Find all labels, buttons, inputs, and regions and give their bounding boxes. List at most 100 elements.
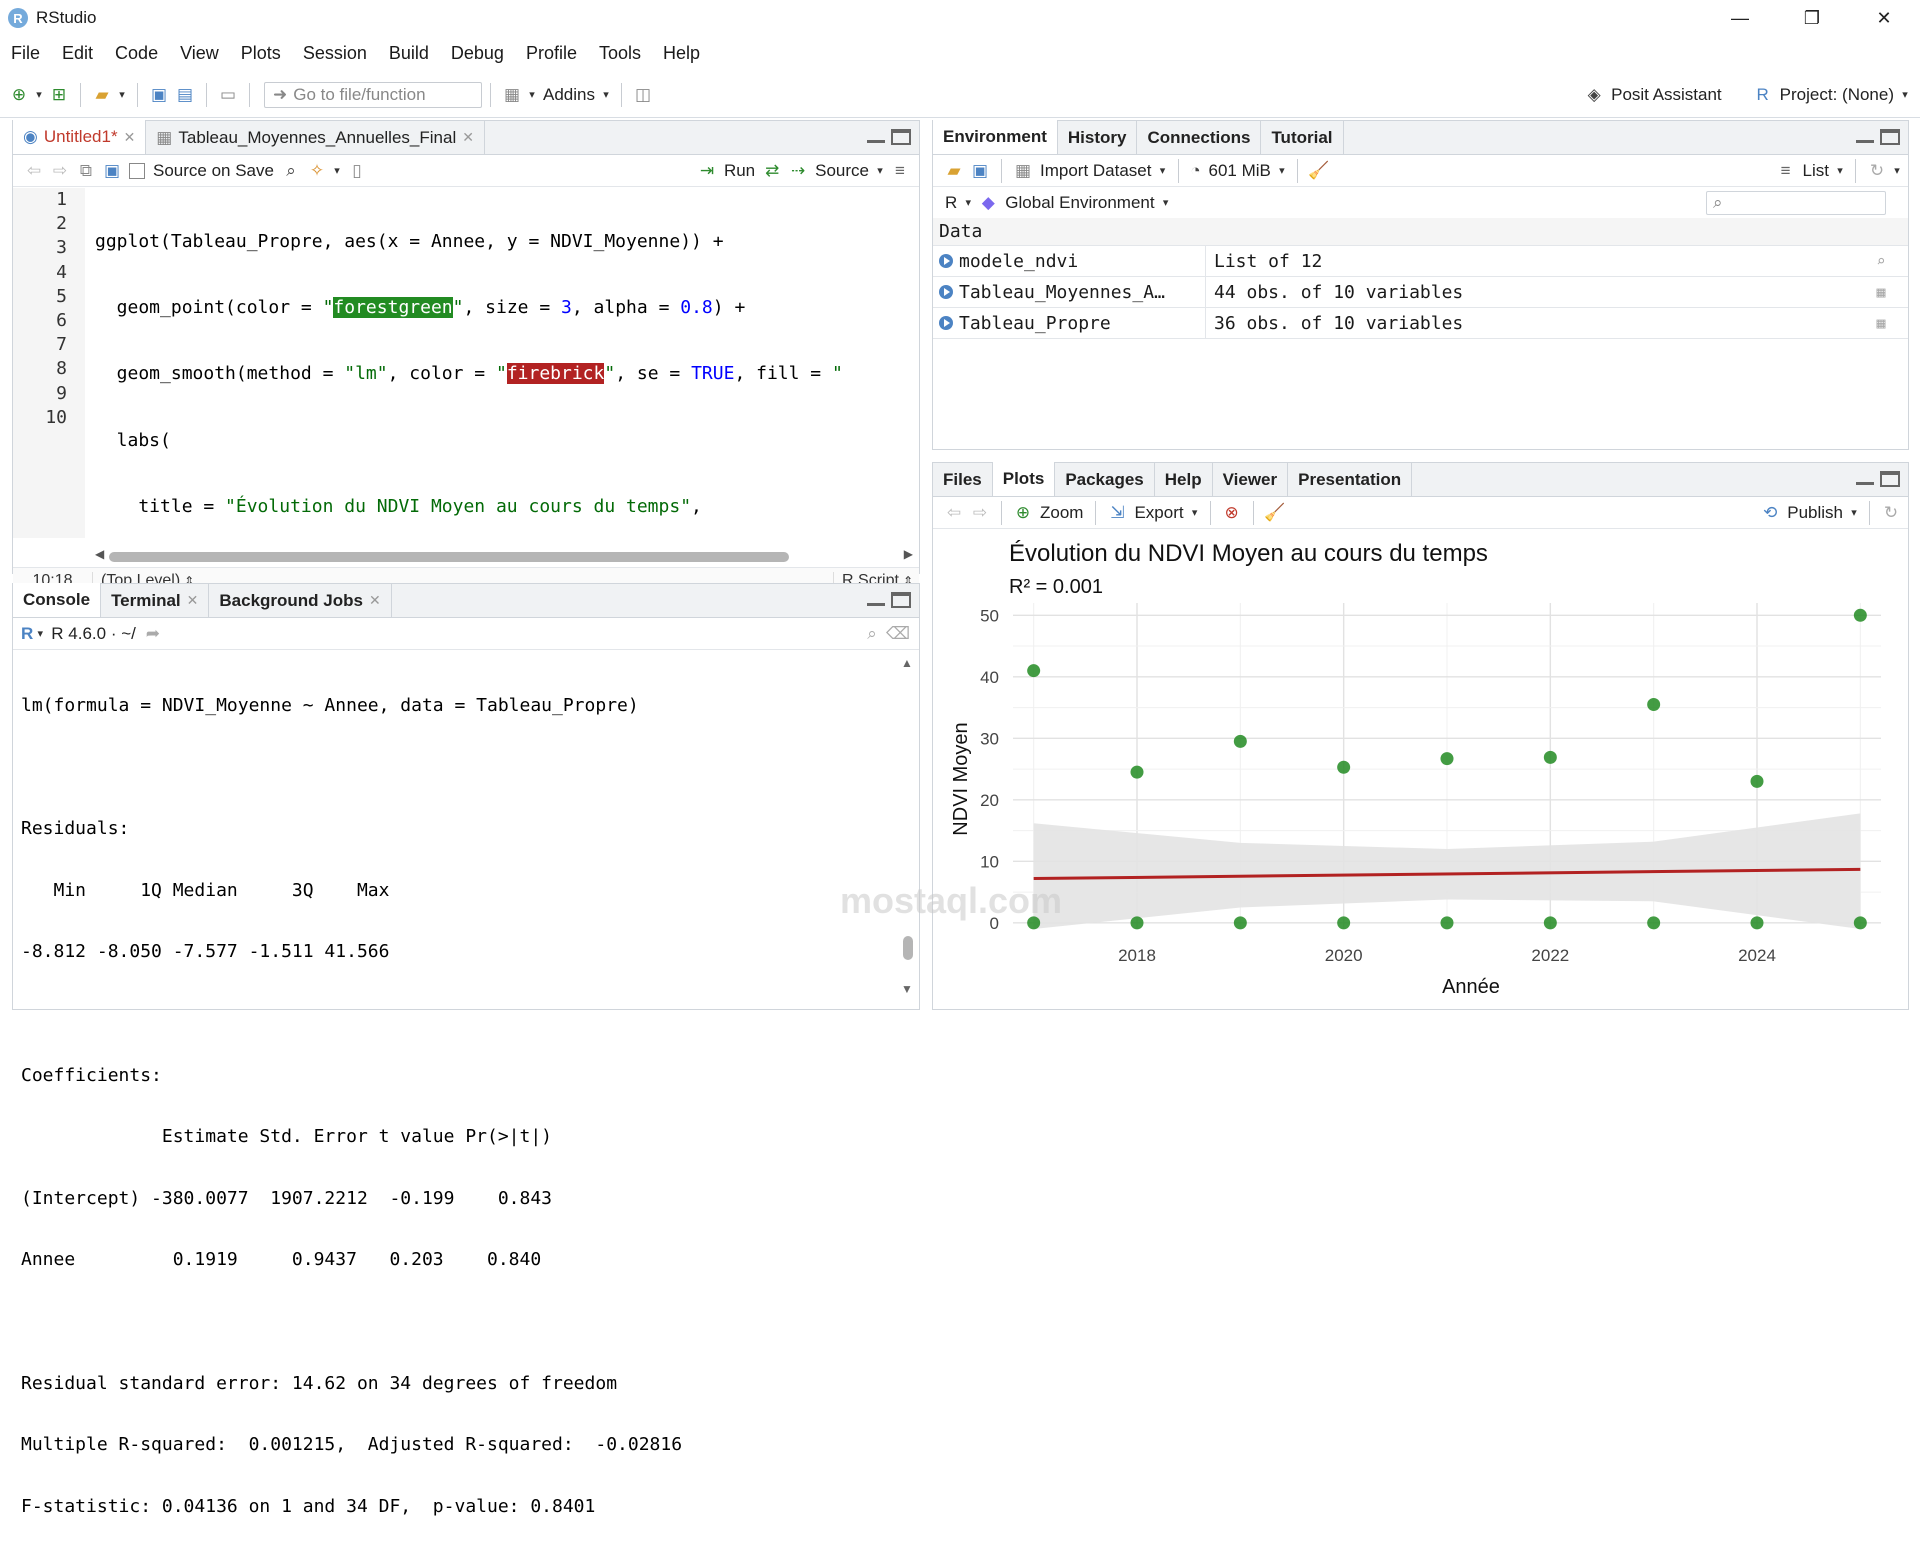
maximize-pane-icon[interactable] — [1880, 129, 1900, 145]
broom-icon[interactable]: 🧹 — [1262, 500, 1288, 526]
expand-icon[interactable] — [939, 254, 953, 268]
chevron-down-icon[interactable]: ▾ — [599, 82, 613, 108]
tab-files[interactable]: Files — [933, 463, 993, 496]
maximize-pane-icon[interactable] — [1880, 471, 1900, 487]
menu-session[interactable]: Session — [292, 36, 378, 70]
console-output[interactable]: lm(formula = NDVI_Moyenne ~ Annee, data … — [21, 654, 899, 1558]
load-workspace-icon[interactable]: ▰ — [941, 158, 967, 184]
refresh-icon[interactable]: ↻ — [1864, 158, 1890, 184]
minimize-button[interactable]: — — [1704, 0, 1776, 36]
go-to-dir-icon[interactable]: ➦ — [140, 621, 166, 647]
code-lines[interactable]: ggplot(Tableau_Propre, aes(x = Annee, y … — [95, 188, 919, 538]
tab-viewer[interactable]: Viewer — [1213, 463, 1289, 496]
next-plot-icon[interactable]: ⇨ — [967, 500, 993, 526]
scrollbar-thumb[interactable] — [109, 552, 789, 562]
chevron-down-icon[interactable]: ▾ — [1275, 158, 1289, 184]
zoom-button[interactable]: Zoom — [1040, 503, 1083, 523]
save-all-icon[interactable]: ▤ — [172, 82, 198, 108]
chevron-down-icon[interactable]: ▾ — [1847, 500, 1861, 526]
notebook-icon[interactable]: ▯ — [344, 158, 370, 184]
export-icon[interactable]: ⇲ — [1104, 500, 1130, 526]
menu-file[interactable]: File — [0, 36, 51, 70]
chevron-down-icon[interactable]: ▾ — [1159, 190, 1173, 216]
search-icon[interactable]: ⌕ — [859, 621, 885, 647]
console-scrollbar[interactable]: ▲ ▼ — [901, 656, 915, 996]
close-icon[interactable]: ✕ — [369, 592, 381, 609]
language-selector[interactable]: R — [945, 193, 957, 213]
rerun-icon[interactable]: ⇄ — [759, 158, 785, 184]
horizontal-scrollbar[interactable]: ◀ ▶ — [95, 547, 913, 564]
environment-search-input[interactable]: ⌕ — [1706, 190, 1886, 215]
chevron-down-icon[interactable]: ▾ — [115, 82, 129, 108]
tab-presentation[interactable]: Presentation — [1288, 463, 1413, 496]
chevron-down-icon[interactable]: ▾ — [525, 82, 539, 108]
outline-icon[interactable]: ≡ — [887, 158, 913, 184]
code-editor[interactable]: 1 2 3 4 5 6 7 8 9 10 ggplot(Tableau_Prop… — [13, 188, 919, 538]
memory-usage[interactable]: 601 MiB — [1209, 161, 1271, 181]
broom-icon[interactable]: 🧹 — [1306, 158, 1332, 184]
tab-connections[interactable]: Connections — [1137, 121, 1262, 154]
run-button[interactable]: Run — [724, 161, 755, 181]
print-icon[interactable]: ▭ — [215, 82, 241, 108]
new-file-icon[interactable]: ⊕ — [6, 82, 32, 108]
tab-console[interactable]: Console — [13, 583, 102, 617]
menu-view[interactable]: View — [169, 36, 230, 70]
chevron-down-icon[interactable]: ▾ — [1833, 158, 1847, 184]
import-dataset-button[interactable]: Import Dataset — [1040, 161, 1152, 181]
save-workspace-icon[interactable]: ▣ — [967, 158, 993, 184]
expand-icon[interactable] — [939, 316, 953, 330]
table-row[interactable]: Tableau_Propre 36 obs. of 10 variables ▦ — [933, 307, 1908, 339]
menu-profile[interactable]: Profile — [515, 36, 588, 70]
grid-layout-icon[interactable]: ▦ — [499, 82, 525, 108]
close-icon[interactable]: ✕ — [187, 592, 199, 609]
menu-build[interactable]: Build — [378, 36, 440, 70]
search-icon[interactable]: ⌕ — [278, 158, 304, 184]
minimize-pane-icon[interactable] — [867, 592, 885, 606]
source-on-save-checkbox[interactable] — [129, 162, 145, 179]
export-button[interactable]: Export — [1134, 503, 1183, 523]
tab-untitled1[interactable]: ◉ Untitled1* ✕ — [13, 120, 147, 154]
table-view-icon[interactable]: ▦ — [1870, 283, 1892, 301]
chevron-down-icon[interactable]: ▾ — [1898, 82, 1912, 108]
close-button[interactable]: ✕ — [1848, 0, 1920, 36]
maximize-pane-icon[interactable] — [891, 592, 911, 608]
chevron-down-icon[interactable]: ▾ — [873, 158, 887, 184]
table-row[interactable]: modele_ndvi List of 12 ⌕ — [933, 245, 1908, 277]
posit-assistant-button[interactable]: Posit Assistant — [1611, 85, 1722, 105]
chevron-down-icon[interactable]: ▾ — [32, 82, 46, 108]
close-icon[interactable]: ✕ — [124, 129, 136, 146]
remove-plot-icon[interactable]: ⊗ — [1219, 500, 1245, 526]
search-icon[interactable]: ⌕ — [1870, 252, 1892, 270]
chevron-down-icon[interactable]: ▾ — [1156, 158, 1170, 184]
new-project-icon[interactable]: ⊞ — [46, 82, 72, 108]
menu-edit[interactable]: Edit — [51, 36, 104, 70]
open-folder-icon[interactable]: ▰ — [89, 82, 115, 108]
scroll-down-icon[interactable]: ▼ — [901, 982, 913, 996]
scroll-right-icon[interactable]: ▶ — [904, 547, 913, 561]
import-dataset-icon[interactable]: ▦ — [1010, 158, 1036, 184]
back-arrow-icon[interactable]: ⇦ — [21, 158, 47, 184]
show-in-window-icon[interactable]: ⧉ — [73, 158, 99, 184]
tab-packages[interactable]: Packages — [1055, 463, 1155, 496]
minimize-pane-icon[interactable] — [1856, 471, 1874, 485]
tab-tableau-moyennes[interactable]: ▦ Tableau_Moyennes_Annuelles_Final ✕ — [146, 121, 485, 154]
magic-wand-icon[interactable]: ✧ — [304, 158, 330, 184]
tab-terminal[interactable]: Terminal ✕ — [101, 584, 210, 617]
previous-plot-icon[interactable]: ⇦ — [941, 500, 967, 526]
table-view-icon[interactable]: ▦ — [1870, 314, 1892, 332]
publish-icon[interactable]: ⟲ — [1757, 500, 1783, 526]
addins-button[interactable]: Addins — [543, 85, 595, 105]
chevron-down-icon[interactable]: ▾ — [33, 621, 47, 647]
pane-layout-icon[interactable]: ◫ — [630, 82, 656, 108]
minimize-pane-icon[interactable] — [867, 129, 885, 143]
menu-tools[interactable]: Tools — [588, 36, 652, 70]
tab-help[interactable]: Help — [1155, 463, 1213, 496]
view-mode-selector[interactable]: List — [1803, 161, 1829, 181]
maximize-button[interactable]: ❐ — [1776, 0, 1848, 36]
scroll-left-icon[interactable]: ◀ — [95, 547, 104, 561]
run-icon[interactable]: ⇥ — [694, 158, 720, 184]
maximize-pane-icon[interactable] — [891, 129, 911, 145]
forward-arrow-icon[interactable]: ⇨ — [47, 158, 73, 184]
project-menu-button[interactable]: Project: (None) — [1780, 85, 1894, 105]
tab-history[interactable]: History — [1058, 121, 1138, 154]
